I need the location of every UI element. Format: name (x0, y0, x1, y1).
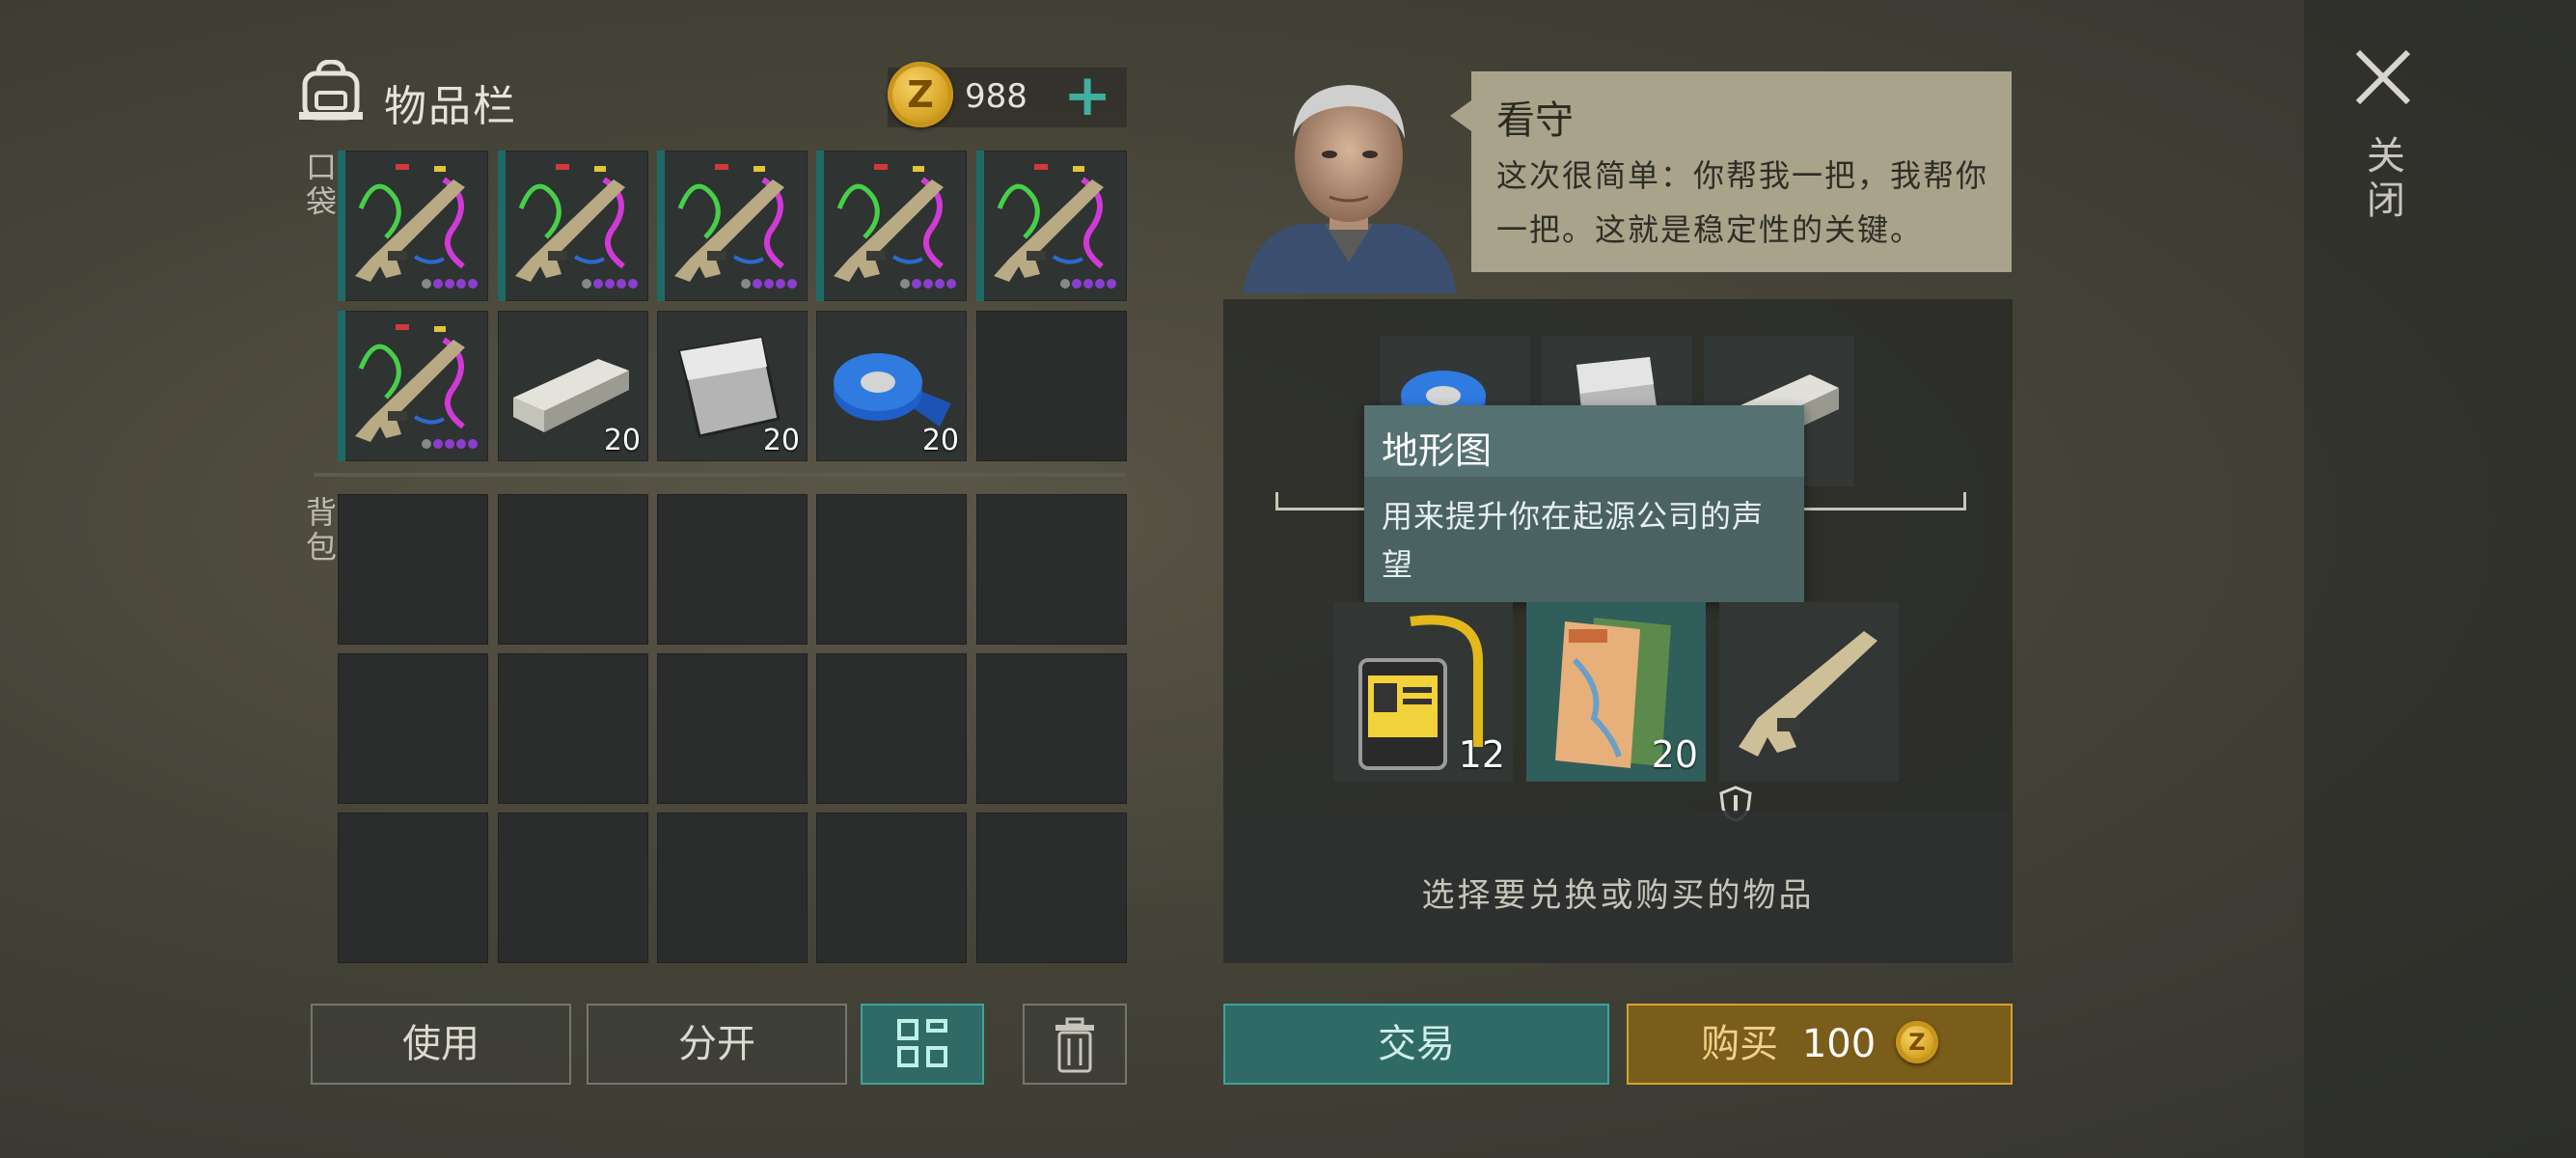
backpack-slot[interactable] (338, 494, 488, 645)
slot-qty: 20 (762, 424, 800, 457)
item-tooltip: 地形图 用来提升你在起源公司的声望 (1364, 405, 1804, 602)
delete-button[interactable] (1023, 1004, 1127, 1085)
confetti-rifle-icon (515, 164, 638, 289)
backpack-slot[interactable] (657, 813, 808, 963)
pocket-slot-confetti-rifle[interactable] (338, 151, 488, 301)
backpack-label: 背包 (301, 496, 338, 565)
reward-qty: 20 (1651, 733, 1698, 776)
confetti-rifle-icon (355, 324, 478, 449)
backpack-slot[interactable] (338, 813, 488, 963)
reward-item-id-card[interactable]: 12 (1333, 602, 1513, 782)
backpack-slot[interactable] (976, 813, 1127, 963)
side-panel (2304, 0, 2576, 1158)
add-coins-button[interactable]: + (1063, 62, 1111, 129)
trader-portrait (1233, 69, 1465, 293)
section-divider (314, 473, 1126, 477)
coin-value: 988 (965, 77, 1028, 116)
pocket-slot-confetti-rifle[interactable] (338, 311, 488, 461)
pockets-label: 口袋 (301, 151, 338, 220)
backpack-slot[interactable] (338, 653, 488, 804)
reward-item-map[interactable]: 20 (1526, 602, 1706, 782)
confetti-rifle-icon (674, 164, 797, 289)
pocket-slot-metal-sheet[interactable]: 20 (657, 311, 808, 461)
trader-speech-text: 这次很简单：你帮我一把，我帮你一把。这就是稳定性的关键。 (1496, 157, 1989, 248)
tooltip-title: 地形图 (1382, 429, 1493, 472)
buy-label: 购买 (1701, 1022, 1779, 1066)
backpack-slot[interactable] (498, 653, 648, 804)
pocket-slot-confetti-rifle[interactable] (816, 151, 967, 301)
reward-item-rifle[interactable] (1719, 602, 1899, 822)
slot-qty: 20 (603, 424, 641, 457)
pocket-slot-confetti-rifle[interactable] (657, 151, 808, 301)
backpack-slot[interactable] (816, 813, 967, 963)
use-button[interactable]: 使用 (311, 1004, 571, 1085)
buy-button[interactable]: 购买 100 Z (1627, 1004, 2013, 1085)
backpack-slot[interactable] (976, 653, 1127, 804)
trader-speech-bubble: 看守 这次很简单：你帮我一把，我帮你一把。这就是稳定性的关键。 (1450, 71, 2012, 272)
backpack-slot[interactable] (976, 494, 1127, 645)
z-coin-icon: Z (888, 62, 953, 127)
pocket-slot-confetti-rifle[interactable] (498, 151, 648, 301)
trade-button[interactable]: 交易 (1223, 1004, 1609, 1085)
backpack-slot[interactable] (498, 813, 648, 963)
grid-sort-icon (897, 1019, 947, 1067)
reward-qty: 12 (1458, 733, 1505, 776)
pocket-slot-blue-tape[interactable]: 20 (816, 311, 967, 461)
trade-hint: 选择要兑换或购买的物品 (1421, 876, 1815, 915)
confetti-rifle-icon (994, 164, 1116, 289)
tooltip-description: 用来提升你在起源公司的声望 (1382, 498, 1765, 583)
close-label[interactable]: 关闭 (2360, 135, 2410, 224)
pocket-slot-confetti-rifle[interactable] (976, 151, 1127, 301)
confetti-rifle-icon (834, 164, 956, 289)
assault-rifle-icon (1739, 631, 1877, 757)
backpack-slot[interactable] (816, 653, 967, 804)
trader-name: 看守 (1496, 98, 1574, 143)
z-coin-icon: Z (1895, 1021, 1938, 1063)
buy-price: 100 (1801, 1022, 1877, 1066)
backpack-icon (297, 59, 365, 122)
backpack-slot[interactable] (498, 494, 648, 645)
pocket-slot-empty[interactable] (976, 311, 1127, 461)
pocket-slot-metal-bar[interactable]: 20 (498, 311, 648, 461)
inventory-title: 物品栏 (384, 82, 517, 131)
sort-button[interactable] (861, 1004, 984, 1085)
trash-icon (1055, 1017, 1094, 1073)
speech-tail (1450, 100, 1471, 131)
confetti-rifle-icon (355, 164, 478, 289)
backpack-slot[interactable] (657, 494, 808, 645)
close-icon (2355, 49, 2411, 105)
backpack-slot[interactable] (816, 494, 967, 645)
backpack-slot[interactable] (657, 653, 808, 804)
split-button[interactable]: 分开 (587, 1004, 847, 1085)
close-button[interactable] (2344, 39, 2422, 116)
slot-qty: 20 (921, 424, 959, 457)
